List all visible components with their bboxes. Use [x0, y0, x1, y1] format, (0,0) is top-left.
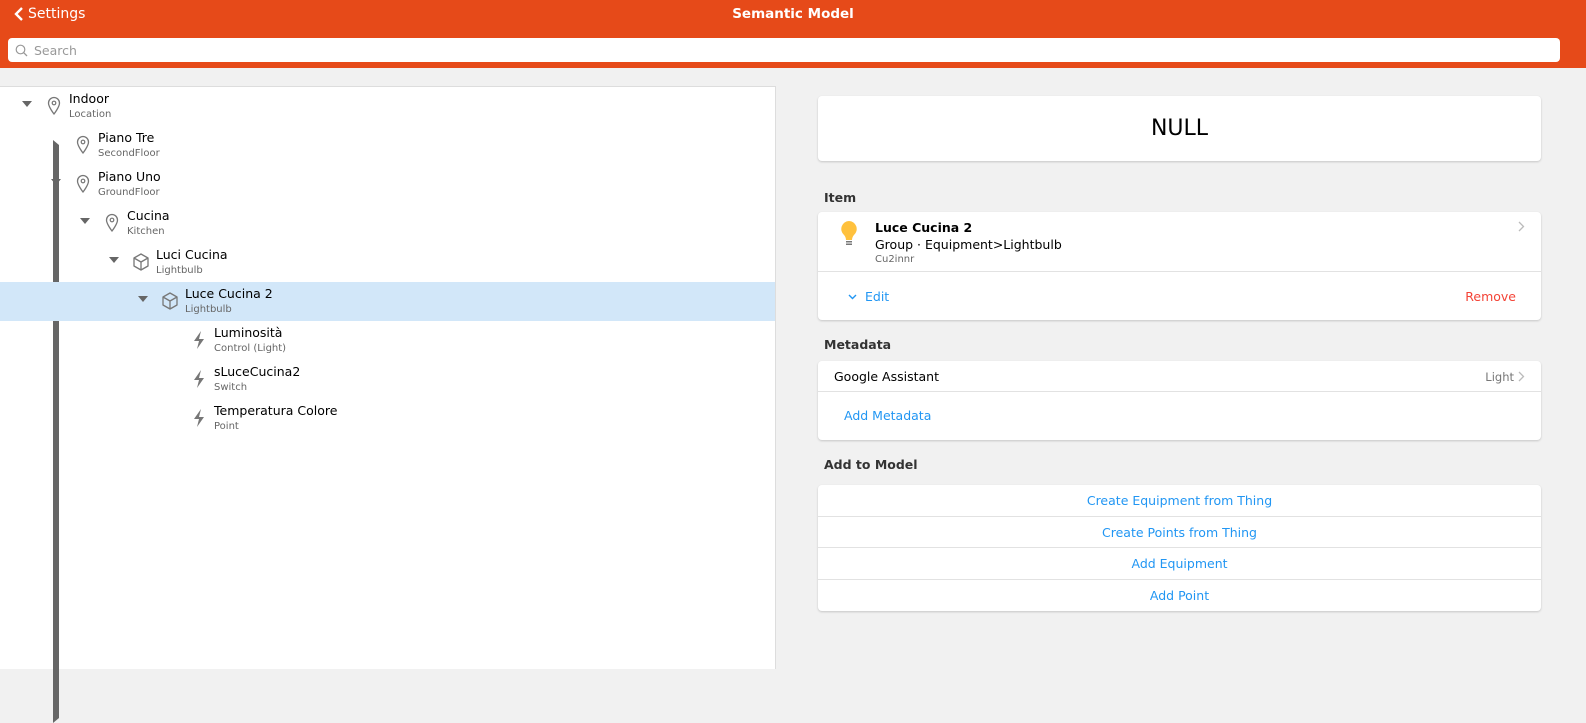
- tree-item[interactable]: Indoor Location: [0, 87, 775, 126]
- tree-item[interactable]: Luminosità Control (Light): [0, 321, 775, 360]
- location-pin-icon: [103, 213, 121, 233]
- tree-item-type: Location: [69, 109, 112, 120]
- chevron-right-icon: [1518, 221, 1525, 232]
- item-id: Cu2innr: [875, 254, 915, 265]
- header: Settings Semantic Model: [0, 0, 1586, 68]
- add-to-model-section-title: Add to Model: [824, 457, 918, 472]
- tree-item[interactable]: Temperatura Colore Point: [0, 399, 775, 438]
- tree-item[interactable]: Piano Uno GroundFloor: [0, 165, 775, 204]
- item-state: NULL: [1150, 116, 1209, 141]
- lightbulb-icon: [841, 221, 857, 245]
- tree-item[interactable]: Luci Cucina Lightbulb: [0, 243, 775, 282]
- metadata-value: Light: [1485, 370, 1514, 384]
- add-to-model-card: Create Equipment from Thing Create Point…: [818, 485, 1541, 611]
- item-section-title: Item: [824, 190, 857, 205]
- item-type: Group · Equipment>Lightbulb: [875, 237, 1062, 252]
- collapse-arrow-icon[interactable]: [80, 218, 90, 224]
- collapse-arrow-icon[interactable]: [138, 296, 148, 302]
- collapse-arrow-icon[interactable]: [109, 257, 119, 263]
- location-pin-icon: [45, 96, 63, 116]
- add-metadata-button[interactable]: Add Metadata: [844, 408, 931, 423]
- chevron-down-icon: [848, 294, 857, 299]
- collapse-arrow-icon[interactable]: [22, 101, 32, 107]
- tree-item-type: Point: [214, 421, 239, 432]
- metadata-section-title: Metadata: [824, 337, 892, 352]
- tree-item-label: Luminosità: [214, 325, 283, 340]
- tree-item-type: SecondFloor: [98, 148, 160, 159]
- metadata-card: Google Assistant Light Add Metadata: [818, 361, 1541, 440]
- tree-item-label: sLuceCucina2: [214, 364, 301, 379]
- tree-item-label: Piano Uno: [98, 169, 161, 184]
- tree-item-type: Control (Light): [214, 343, 287, 354]
- state-card: NULL: [818, 96, 1541, 161]
- item-name: Luce Cucina 2: [875, 220, 973, 235]
- bolt-icon: [190, 330, 208, 350]
- tree-item[interactable]: Luce Cucina 2 Lightbulb: [0, 282, 775, 321]
- tree-item-label: Cucina: [127, 208, 170, 223]
- semantic-tree: Indoor Location Piano Tre SecondFloor Piano …: [0, 86, 776, 723]
- tree-item[interactable]: Piano Tre SecondFloor: [0, 126, 775, 723]
- location-pin-icon: [74, 135, 92, 155]
- chevron-right-icon: [1518, 371, 1525, 382]
- tree-item[interactable]: sLuceCucina2 Switch: [0, 360, 775, 399]
- tree-item[interactable]: Cucina Kitchen: [0, 204, 775, 243]
- tree-item-type: Kitchen: [127, 226, 165, 237]
- remove-button[interactable]: Remove: [1465, 289, 1516, 304]
- page-title: Semantic Model: [732, 6, 854, 22]
- item-row[interactable]: Luce Cucina 2 Group · Equipment>Lightbul…: [818, 212, 1541, 272]
- edit-label: Edit: [865, 289, 890, 304]
- edit-button[interactable]: Edit: [848, 289, 889, 304]
- search-bar: [8, 38, 1560, 62]
- bolt-icon: [190, 408, 208, 428]
- cube-icon: [161, 291, 179, 311]
- tree-item-type: GroundFloor: [98, 187, 160, 198]
- search-icon: [15, 44, 28, 56]
- tree-item-label: Luce Cucina 2: [185, 286, 273, 301]
- detail-pane: NULL Item Luce Cucina 2 Group · Equipmen…: [777, 86, 1586, 669]
- collapse-arrow-icon[interactable]: [51, 179, 61, 185]
- tree-item-type: Lightbulb: [185, 304, 232, 315]
- add-point-button[interactable]: Add Point: [818, 580, 1541, 612]
- tree-item-label: Luci Cucina: [156, 247, 228, 262]
- bolt-icon: [190, 369, 208, 389]
- metadata-row-google-assistant[interactable]: Google Assistant Light: [818, 361, 1541, 392]
- metadata-name: Google Assistant: [834, 369, 939, 384]
- location-pin-icon: [74, 174, 92, 194]
- search-input[interactable]: [34, 42, 1560, 58]
- create-points-from-thing-button[interactable]: Create Points from Thing: [818, 517, 1541, 548]
- tree-item-label: Indoor: [69, 91, 109, 106]
- tree-item-label: Temperatura Colore: [214, 403, 338, 418]
- tree-item-type: Lightbulb: [156, 265, 203, 276]
- tree-item-label: Piano Tre: [98, 130, 155, 145]
- add-equipment-button[interactable]: Add Equipment: [818, 548, 1541, 580]
- tree-item-type: Switch: [214, 382, 248, 393]
- create-equipment-from-thing-button[interactable]: Create Equipment from Thing: [818, 485, 1541, 517]
- cube-icon: [132, 252, 150, 272]
- item-card: Luce Cucina 2 Group · Equipment>Lightbul…: [818, 212, 1541, 320]
